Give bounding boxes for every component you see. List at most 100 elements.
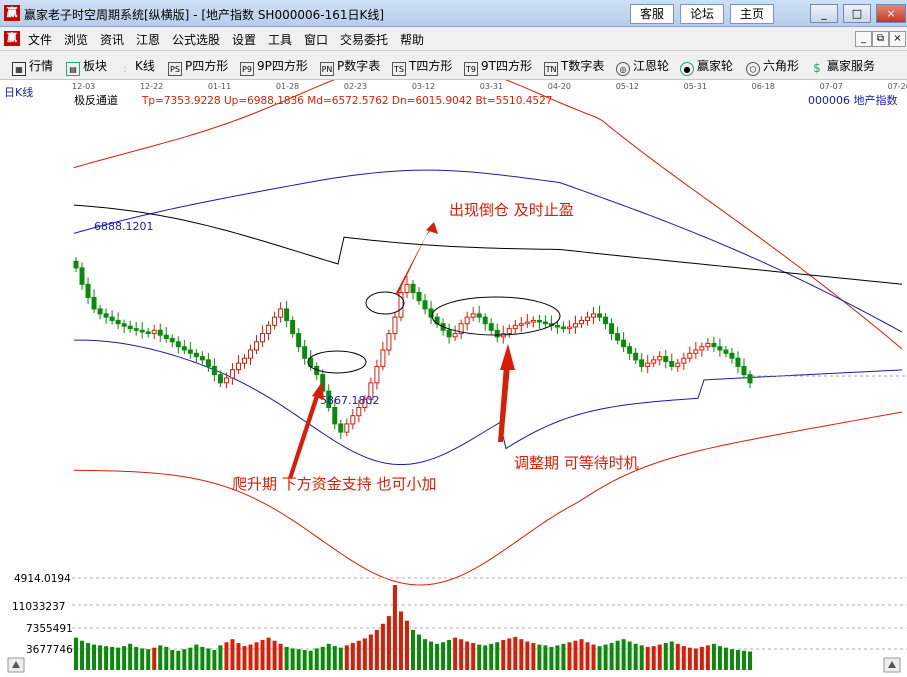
band-lower <box>73 339 903 466</box>
candle-up <box>645 362 651 367</box>
volume-bar <box>152 647 157 670</box>
candle-up <box>350 415 356 425</box>
candle-up <box>687 352 693 359</box>
candle-down <box>603 316 609 325</box>
candle-down <box>446 329 452 338</box>
tool-label: 9T四方形 <box>481 59 532 73</box>
volume-bar <box>344 645 349 670</box>
volume-bar <box>537 644 542 670</box>
tool-label: 赢家轮 <box>697 59 734 73</box>
volume-bar <box>404 620 409 670</box>
kline-chart[interactable]: 12-03 12-22 01-11 01-28 02-23 03-12 03-31 04-20… <box>0 59 907 674</box>
candle-up <box>151 329 157 335</box>
menu-browse[interactable]: 浏览 <box>64 31 88 48</box>
tool-t-square[interactable]: TS T四方形 <box>392 57 452 76</box>
period-label: 日K线 <box>4 85 33 99</box>
tool-p-square[interactable]: PS P四方形 <box>168 57 228 76</box>
volume-bar <box>134 646 139 670</box>
menu-help[interactable]: 帮助 <box>400 31 424 48</box>
low-price-label: 5867.1802 <box>320 394 380 407</box>
customer-service-button[interactable]: 客服 <box>630 4 674 24</box>
indicator-name: 极反通道 <box>74 93 118 107</box>
candle-up <box>404 283 410 294</box>
volume-bar <box>657 644 662 670</box>
tool-hexagon[interactable]: ⬡ 六角形 <box>746 57 799 76</box>
ps-icon: PS <box>168 62 182 76</box>
volume-bar <box>362 638 367 670</box>
menu-formula-screening[interactable]: 公式选股 <box>172 31 220 48</box>
symbol-label: 000006 地产指数 <box>808 93 898 107</box>
volume-bar <box>242 646 247 670</box>
volume-bar <box>435 643 440 670</box>
volume-bar <box>429 641 434 670</box>
high-price-label: 6888.1201 <box>94 220 154 233</box>
candle-up <box>386 333 392 351</box>
volume-bar <box>356 640 361 670</box>
candle-down <box>145 331 151 335</box>
menu-tools[interactable]: 工具 <box>268 31 292 48</box>
tool-p-table[interactable]: PN P数字表 <box>320 57 380 76</box>
candle-down <box>416 292 422 302</box>
volume-bar <box>591 644 596 670</box>
volume-bar <box>663 643 668 670</box>
candle-up <box>380 349 386 367</box>
candle-up <box>506 328 512 335</box>
volume-bar <box>639 645 644 670</box>
volume-bar <box>308 650 313 670</box>
volume-bar <box>188 647 193 670</box>
candle-up <box>693 349 699 354</box>
mdi-close-button[interactable]: × <box>889 31 906 47</box>
volume-bar <box>748 651 752 670</box>
tool-quotes[interactable]: ▦ 行情 <box>12 57 53 76</box>
app-menu-icon[interactable]: 赢 <box>4 31 20 46</box>
homepage-button[interactable]: 主页 <box>730 4 774 24</box>
candle-up <box>705 342 711 348</box>
mdi-restore-button[interactable]: ⧉ <box>872 31 889 47</box>
tool-winner-wheel[interactable]: ● 赢家轮 <box>680 57 733 76</box>
tool-sectors[interactable]: ▤ 板块 <box>66 57 107 76</box>
tool-t-table[interactable]: TN T数字表 <box>544 57 604 76</box>
menu-trading[interactable]: 交易委托 <box>340 31 388 48</box>
volume-bar <box>459 639 464 670</box>
volume-bar <box>392 585 397 670</box>
menu-gann[interactable]: 江恩 <box>136 31 160 48</box>
minimize-button[interactable]: _ <box>810 4 838 23</box>
chart-area[interactable]: 12-03 12-22 01-11 01-28 02-23 03-12 03-31 04-20… <box>0 59 907 674</box>
date-tick-label: 03-31 <box>480 82 503 91</box>
menu-file[interactable]: 文件 <box>28 31 52 48</box>
close-button[interactable]: × <box>876 4 906 23</box>
volume-bar <box>236 643 241 670</box>
volume-bar <box>164 646 169 670</box>
app-logo-icon: 赢 <box>4 5 20 21</box>
tool-9p-square[interactable]: P9 9P四方形 <box>240 57 308 76</box>
gann-wheel-icon: ◎ <box>616 62 630 76</box>
candle-up <box>512 324 518 330</box>
volume-bar <box>254 642 259 670</box>
tool-kline[interactable]: ⫶ K线 <box>118 57 155 77</box>
volume-bar <box>266 637 271 670</box>
candle-down <box>422 300 428 310</box>
menu-window[interactable]: 窗口 <box>304 31 328 48</box>
arrow-reversal-head <box>426 222 438 234</box>
candle-down <box>711 342 717 348</box>
hexagon-icon: ⬡ <box>746 62 760 76</box>
candle-down <box>615 333 621 341</box>
volume-bar <box>609 643 614 670</box>
candle-down <box>187 349 193 354</box>
forum-button[interactable]: 论坛 <box>680 4 724 24</box>
tool-9t-square[interactable]: T9 9T四方形 <box>464 57 532 76</box>
menu-info[interactable]: 资讯 <box>100 31 124 48</box>
volume-bar <box>555 645 560 670</box>
p9-icon: P9 <box>240 62 254 76</box>
menu-settings[interactable]: 设置 <box>232 31 256 48</box>
candle-up <box>374 365 380 384</box>
candle-up <box>530 319 536 323</box>
maximize-button[interactable]: □ <box>843 4 871 23</box>
tool-label: 行情 <box>29 59 54 73</box>
candle-down <box>169 338 175 343</box>
tool-gann-wheel[interactable]: ◎ 江恩轮 <box>616 57 669 76</box>
tool-winner-service[interactable]: $ 赢家服务 <box>810 57 875 75</box>
mdi-minimize-button[interactable]: _ <box>855 31 872 47</box>
volume-bar <box>627 641 632 670</box>
candle-down <box>597 313 603 318</box>
